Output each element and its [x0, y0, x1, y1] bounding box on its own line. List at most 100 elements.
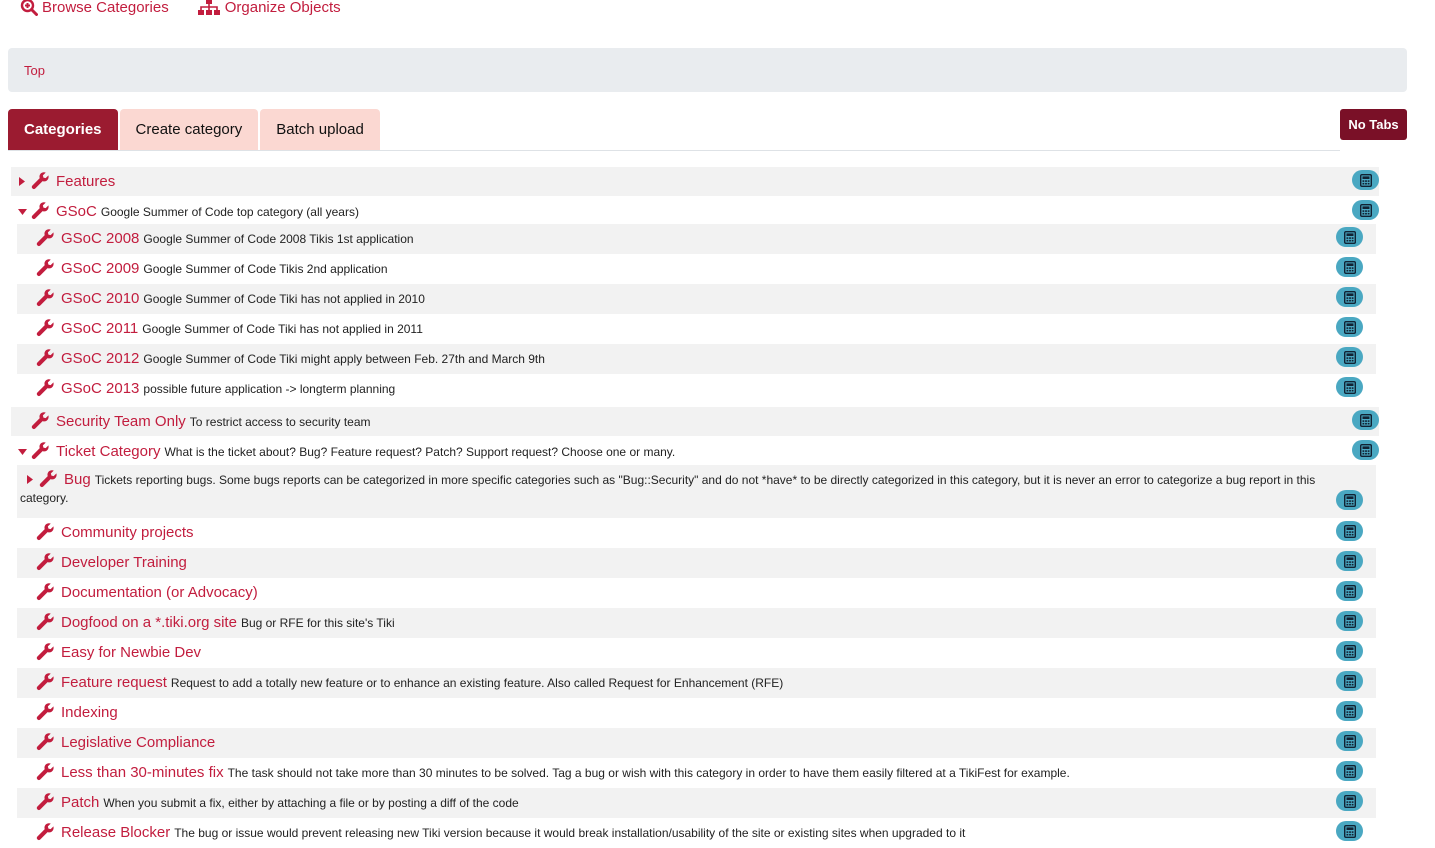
wrench-icon[interactable] — [39, 470, 58, 489]
category-row: GSoC 2010 Google Summer of Code Tiki has … — [17, 284, 1376, 314]
calculator-icon[interactable] — [1336, 641, 1363, 661]
calculator-icon[interactable] — [1336, 791, 1363, 811]
caret-down-icon[interactable] — [17, 207, 27, 217]
wrench-icon[interactable] — [31, 202, 50, 221]
wrench-icon[interactable] — [31, 172, 50, 191]
calculator-icon[interactable] — [1336, 317, 1363, 337]
category-description: When you submit a fix, either by attachi… — [103, 795, 519, 810]
wrench-icon[interactable] — [36, 319, 55, 338]
caret-down-icon[interactable] — [17, 447, 27, 457]
category-description: Tickets reporting bugs. Some bugs report… — [94, 472, 1316, 487]
category-name-link[interactable]: Documentation (or Advocacy) — [61, 584, 258, 601]
calculator-icon[interactable] — [1336, 821, 1363, 841]
calculator-icon[interactable] — [1336, 731, 1363, 751]
category-row: GSoC 2013 possible future application -> … — [17, 374, 1376, 406]
wrench-icon[interactable] — [36, 523, 55, 542]
wrench-icon[interactable] — [36, 379, 55, 398]
category-row: Release Blocker The bug or issue would pr… — [17, 818, 1376, 848]
calculator-icon[interactable] — [1352, 170, 1379, 190]
category-line: Patch When you submit a fix, either by at… — [36, 788, 519, 817]
calculator-icon[interactable] — [1336, 490, 1363, 510]
category-name-link[interactable]: Feature request — [61, 674, 167, 691]
breadcrumb-top-link[interactable]: Top — [24, 63, 45, 78]
calculator-icon[interactable] — [1352, 440, 1379, 460]
category-line: Feature request Request to add a totally … — [36, 668, 783, 697]
category-line: GSoC 2012 Google Summer of Code Tiki migh… — [36, 344, 545, 373]
category-row: Dogfood on a *.tiki.org site Bug or RFE f… — [17, 608, 1376, 638]
wrench-icon[interactable] — [36, 349, 55, 368]
category-name-link[interactable]: Security Team Only — [56, 413, 186, 430]
calculator-icon[interactable] — [1336, 581, 1363, 601]
breadcrumb: Top — [8, 48, 1407, 92]
category-row: Less than 30-minutes fix The task should … — [17, 758, 1376, 788]
category-row: Patch When you submit a fix, either by at… — [17, 788, 1376, 818]
wrench-icon[interactable] — [36, 289, 55, 308]
wrench-icon[interactable] — [31, 442, 50, 461]
calculator-icon[interactable] — [1336, 761, 1363, 781]
category-row: GSoC 2011 Google Summer of Code Tiki has … — [17, 314, 1376, 344]
tab-categories[interactable]: Categories — [8, 109, 118, 150]
calculator-icon[interactable] — [1336, 377, 1363, 397]
category-line: Dogfood on a *.tiki.org site Bug or RFE f… — [36, 608, 395, 637]
category-name-link[interactable]: Ticket Category — [56, 443, 160, 460]
wrench-icon[interactable] — [36, 793, 55, 812]
wrench-icon[interactable] — [36, 553, 55, 572]
category-name-link[interactable]: Developer Training — [61, 554, 187, 571]
category-name-link[interactable]: Indexing — [61, 704, 118, 721]
category-name-link[interactable]: Dogfood on a *.tiki.org site — [61, 614, 237, 631]
wrench-icon[interactable] — [31, 412, 50, 431]
category-description-continued: category. — [20, 491, 69, 505]
category-name-link[interactable]: Patch — [61, 794, 99, 811]
category-line: Developer Training — [36, 548, 191, 577]
calculator-icon[interactable] — [1336, 347, 1363, 367]
wrench-icon[interactable] — [36, 733, 55, 752]
category-name-link[interactable]: GSoC 2012 — [61, 350, 139, 367]
category-line: Security Team Only To restrict access to … — [17, 407, 371, 436]
wrench-icon[interactable] — [36, 229, 55, 248]
wrench-icon[interactable] — [36, 703, 55, 722]
category-line: GSoC 2011 Google Summer of Code Tiki has … — [36, 314, 423, 343]
calculator-icon[interactable] — [1352, 410, 1379, 430]
wrench-icon[interactable] — [36, 823, 55, 842]
wrench-icon[interactable] — [36, 583, 55, 602]
calculator-icon[interactable] — [1352, 200, 1379, 220]
category-name-link[interactable]: GSoC — [56, 203, 97, 220]
category-line: GSoC 2008 Google Summer of Code 2008 Tiki… — [36, 224, 414, 253]
no-tabs-button[interactable]: No Tabs — [1340, 109, 1407, 140]
category-description: Google Summer of Code Tikis 2nd applicat… — [143, 261, 388, 276]
category-description: To restrict access to security team — [189, 414, 371, 429]
category-name-link[interactable]: Release Blocker — [61, 824, 170, 841]
caret-right-icon[interactable] — [17, 177, 27, 187]
category-name-link[interactable]: GSoC 2008 — [61, 230, 139, 247]
category-name-link[interactable]: GSoC 2009 — [61, 260, 139, 277]
calculator-icon[interactable] — [1336, 227, 1363, 247]
category-name-link[interactable]: Easy for Newbie Dev — [61, 644, 201, 661]
wrench-icon[interactable] — [36, 613, 55, 632]
wrench-icon[interactable] — [36, 259, 55, 278]
category-name-link[interactable]: GSoC 2013 — [61, 380, 139, 397]
calculator-icon[interactable] — [1336, 611, 1363, 631]
calculator-icon[interactable] — [1336, 671, 1363, 691]
wrench-icon[interactable] — [36, 763, 55, 782]
calculator-icon[interactable] — [1336, 701, 1363, 721]
calculator-icon[interactable] — [1336, 521, 1363, 541]
calculator-icon[interactable] — [1336, 287, 1363, 307]
tab-batch-upload[interactable]: Batch upload — [260, 109, 380, 150]
wrench-icon[interactable] — [36, 643, 55, 662]
calculator-icon[interactable] — [1336, 257, 1363, 277]
category-name-link[interactable]: GSoC 2011 — [61, 320, 138, 337]
tab-create-category[interactable]: Create category — [119, 109, 259, 150]
organize-objects-link[interactable]: Organize Objects — [197, 0, 341, 16]
browse-categories-link[interactable]: Browse Categories — [20, 0, 169, 16]
caret-right-icon[interactable] — [25, 475, 35, 485]
category-name-link[interactable]: GSoC 2010 — [61, 290, 139, 307]
category-description: What is the ticket about? Bug? Feature r… — [164, 444, 676, 459]
category-name-link[interactable]: Legislative Compliance — [61, 734, 215, 751]
wrench-icon[interactable] — [36, 673, 55, 692]
category-name-link[interactable]: Bug — [64, 471, 91, 488]
organize-objects-label: Organize Objects — [224, 0, 341, 16]
category-name-link[interactable]: Features — [56, 173, 115, 190]
calculator-icon[interactable] — [1336, 551, 1363, 571]
category-name-link[interactable]: Less than 30-minutes fix — [61, 764, 224, 781]
category-name-link[interactable]: Community projects — [61, 524, 194, 541]
